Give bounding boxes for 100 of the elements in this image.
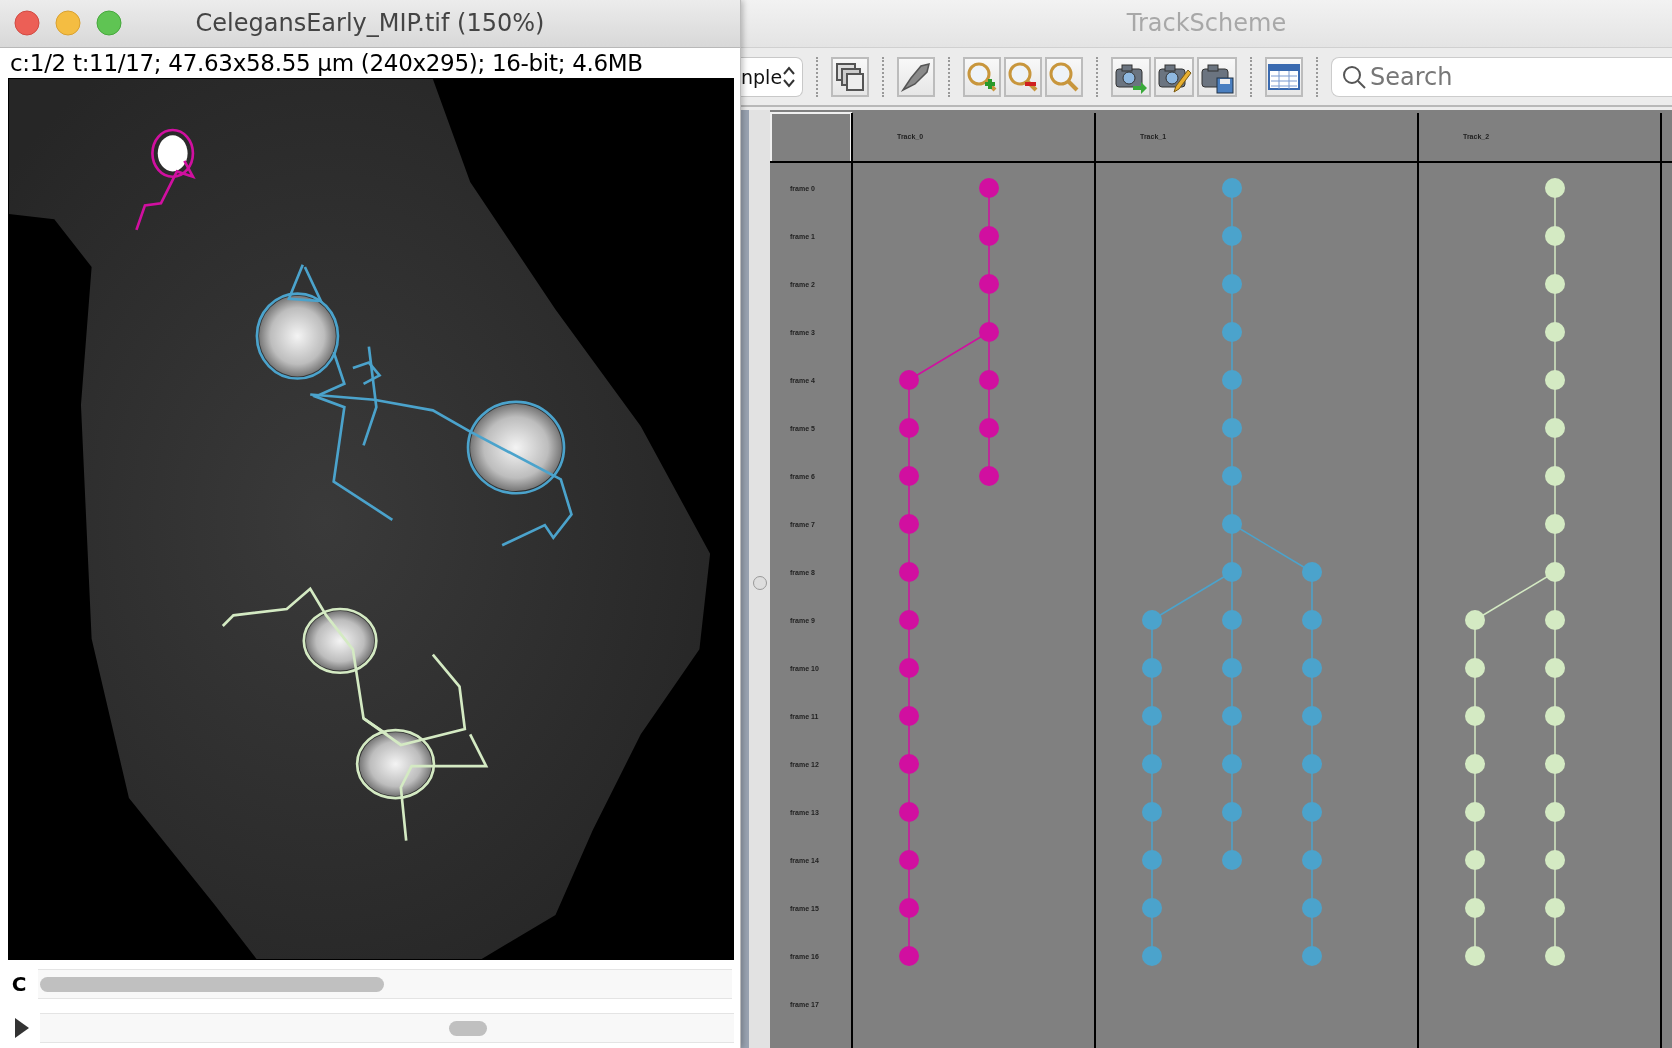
zoom-fit-button[interactable] — [1045, 56, 1083, 97]
track-spot[interactable] — [1142, 898, 1162, 918]
track-spot[interactable] — [1465, 802, 1485, 822]
track-spot[interactable] — [1465, 706, 1485, 726]
track-spot[interactable] — [1465, 658, 1485, 678]
track-spot[interactable] — [1222, 514, 1242, 534]
table-icon — [1267, 61, 1301, 92]
track-spot[interactable] — [1302, 658, 1322, 678]
track-spot[interactable] — [1222, 274, 1242, 294]
track-spot[interactable] — [1465, 610, 1485, 630]
track-spot[interactable] — [1545, 178, 1565, 198]
track-spot[interactable] — [1222, 802, 1242, 822]
track-spot[interactable] — [979, 178, 999, 198]
track-spot[interactable] — [979, 418, 999, 438]
track-spot[interactable] — [899, 610, 919, 630]
track-spot[interactable] — [979, 226, 999, 246]
track-spot[interactable] — [899, 562, 919, 582]
close-icon[interactable] — [14, 10, 40, 37]
search-field[interactable]: Search — [1331, 56, 1672, 97]
track-spot[interactable] — [899, 466, 919, 486]
track-spot[interactable] — [1222, 226, 1242, 246]
track-spot[interactable] — [1222, 322, 1242, 342]
track-spot[interactable] — [1545, 706, 1565, 726]
edit-button[interactable] — [1154, 56, 1194, 97]
track-spot[interactable] — [1545, 466, 1565, 486]
track-spot[interactable] — [1545, 802, 1565, 822]
track-spot[interactable] — [1302, 754, 1322, 774]
track-spot[interactable] — [1142, 706, 1162, 726]
window-title: CelegansEarly_MIP.tif (150%) — [195, 9, 545, 38]
image-info: c:1/2 t:11/17; 47.63x58.55 µm (240x295); 16-bit; 4.6MB — [9, 48, 644, 78]
track-spot[interactable] — [1142, 754, 1162, 774]
track-spot[interactable] — [979, 466, 999, 486]
play-icon[interactable] — [14, 1017, 30, 1040]
track-spot[interactable] — [1222, 658, 1242, 678]
export-button[interactable] — [1111, 56, 1151, 97]
track-spot[interactable] — [1302, 802, 1322, 822]
search-icon — [1341, 63, 1367, 90]
window-title: TrackScheme — [741, 0, 1672, 48]
track-spot[interactable] — [1142, 850, 1162, 870]
minimize-icon[interactable] — [55, 10, 81, 37]
track-spot[interactable] — [899, 370, 919, 390]
track-spot[interactable] — [1545, 658, 1565, 678]
track-spot[interactable] — [1222, 562, 1242, 582]
frame-scrollbar[interactable] — [40, 1013, 734, 1044]
track-spot[interactable] — [1545, 274, 1565, 294]
track-spot[interactable] — [1545, 946, 1565, 966]
track-spot[interactable] — [1545, 850, 1565, 870]
track-spot[interactable] — [1222, 850, 1242, 870]
track-spot[interactable] — [979, 274, 999, 294]
track-spot[interactable] — [899, 418, 919, 438]
track-spot[interactable] — [1465, 754, 1485, 774]
track-spot[interactable] — [1302, 946, 1322, 966]
track-spot[interactable] — [1465, 946, 1485, 966]
track-spot[interactable] — [899, 658, 919, 678]
track-spot[interactable] — [1545, 370, 1565, 390]
track-spot[interactable] — [1222, 178, 1242, 198]
track-spot[interactable] — [1142, 946, 1162, 966]
zoom-in-button[interactable] — [963, 56, 1001, 97]
track-spot[interactable] — [1222, 706, 1242, 726]
track-spot[interactable] — [899, 802, 919, 822]
track-spot[interactable] — [1222, 418, 1242, 438]
track-spot[interactable] — [1302, 562, 1322, 582]
style-button[interactable] — [897, 56, 935, 97]
track-spot[interactable] — [1545, 226, 1565, 246]
track-spot[interactable] — [1142, 658, 1162, 678]
track-spot[interactable] — [1465, 898, 1485, 918]
track-spot[interactable] — [1302, 850, 1322, 870]
track-spot[interactable] — [1222, 466, 1242, 486]
track-spot[interactable] — [899, 754, 919, 774]
track-spot[interactable] — [979, 322, 999, 342]
track-spot[interactable] — [899, 946, 919, 966]
zoom-out-button[interactable] — [1004, 56, 1042, 97]
track-spot[interactable] — [1222, 754, 1242, 774]
stacked-windows-icon — [834, 60, 867, 93]
windows-button[interactable] — [831, 56, 869, 97]
track-spot[interactable] — [1142, 802, 1162, 822]
track-spot[interactable] — [1545, 610, 1565, 630]
track-spot[interactable] — [1302, 610, 1322, 630]
track-spot[interactable] — [1545, 418, 1565, 438]
track-spot[interactable] — [1302, 706, 1322, 726]
track-spot[interactable] — [899, 850, 919, 870]
track-spot[interactable] — [1545, 754, 1565, 774]
track-spot[interactable] — [899, 706, 919, 726]
channel-scrollbar[interactable] — [38, 969, 732, 1000]
track-spot[interactable] — [899, 898, 919, 918]
track-spot[interactable] — [1222, 610, 1242, 630]
save-button[interactable] — [1197, 56, 1237, 97]
track-spot[interactable] — [899, 514, 919, 534]
track-spot[interactable] — [979, 370, 999, 390]
track-spot[interactable] — [1302, 898, 1322, 918]
table-button[interactable] — [1265, 56, 1303, 97]
track-spot[interactable] — [1545, 562, 1565, 582]
track-spot[interactable] — [1142, 610, 1162, 630]
maximize-icon[interactable] — [96, 10, 122, 37]
track-spot[interactable] — [1465, 850, 1485, 870]
layout-dropdown[interactable]: nple — [741, 56, 804, 97]
track-spot[interactable] — [1545, 322, 1565, 342]
track-spot[interactable] — [1545, 898, 1565, 918]
track-spot[interactable] — [1222, 370, 1242, 390]
track-spot[interactable] — [1545, 514, 1565, 534]
